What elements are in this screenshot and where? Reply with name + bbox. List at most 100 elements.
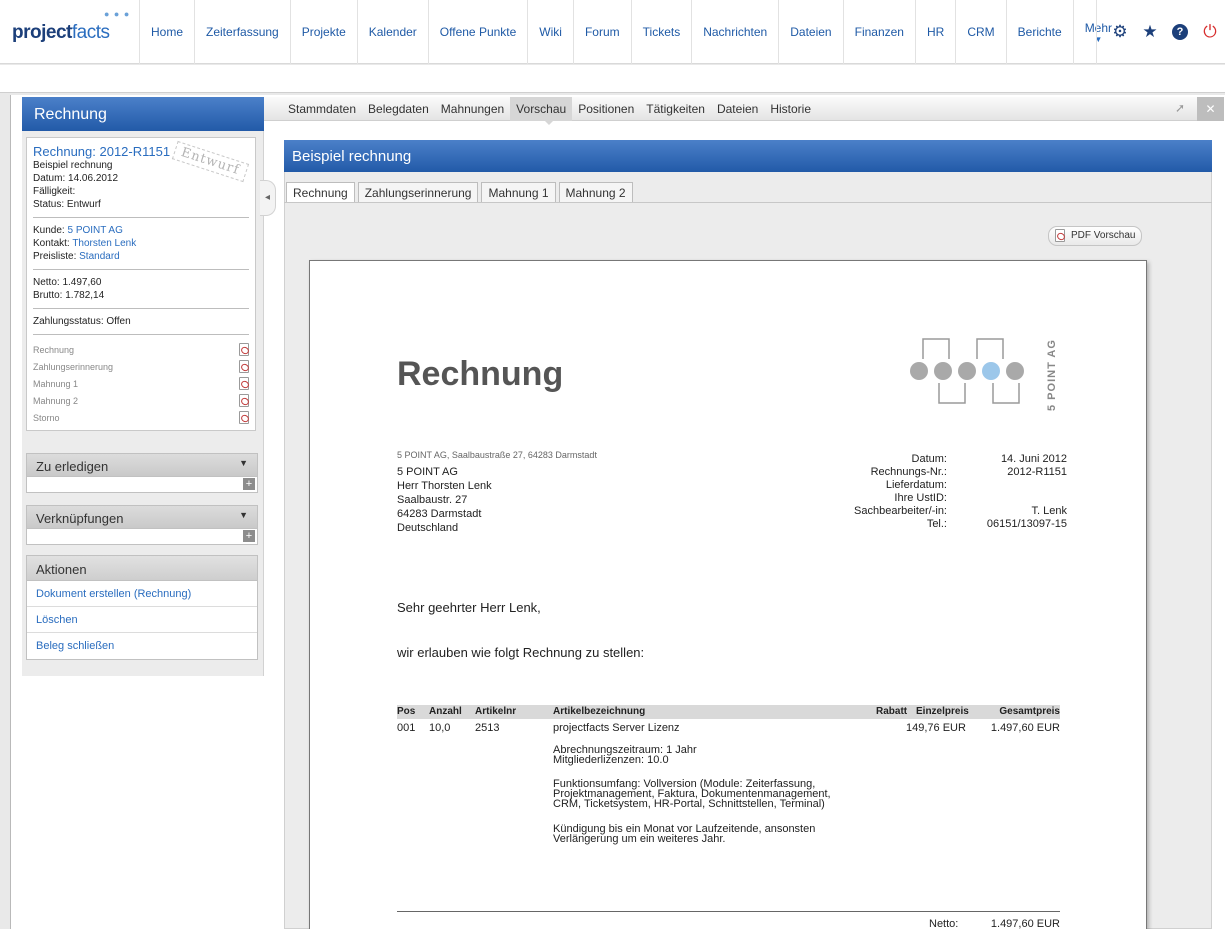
meta-row: Tel.: 06151/13097-15 [926, 518, 1067, 530]
greeting: Sehr geehrter Herr Lenk, [397, 600, 541, 615]
divider [33, 269, 249, 270]
nav-offene-punkte[interactable]: Offene Punkte [427, 0, 528, 64]
nav-wiki[interactable]: Wiki [527, 0, 573, 64]
nav-crm[interactable]: CRM [955, 0, 1005, 64]
tab-belegdaten[interactable]: Belegdaten [362, 97, 435, 121]
pdf-icon[interactable] [239, 343, 249, 356]
pdf-icon[interactable] [239, 360, 249, 373]
document-date: Datum: 14.06.2012 [33, 173, 119, 184]
subtab-mahnung-2[interactable]: Mahnung 2 [558, 182, 633, 202]
divider [33, 334, 249, 335]
zu-erledigen-row: + [26, 477, 258, 493]
collapse-sidebar-icon[interactable]: ◂ [260, 180, 276, 216]
close-icon[interactable]: ✕ [1197, 97, 1224, 121]
divider [397, 911, 1060, 912]
item-description: Kündigung bis ein Monat vor Laufzeitende… [553, 823, 816, 845]
meta-row: Lieferdatum: [885, 479, 947, 491]
recipient-line: Saalbaustr. 27 [397, 494, 468, 506]
tab-mahnungen[interactable]: Mahnungen [435, 97, 510, 121]
zu-erledigen-header[interactable]: Zu erledigen ▼ [26, 453, 258, 477]
invoice-preview-sheet: Rechnung 5 POINT AG 5 POINT AG, Saalbaus… [309, 260, 1147, 929]
pdf-preview-button[interactable]: PDF Vorschau [1048, 226, 1143, 246]
doc-row-rechnung: Rechnung [33, 341, 249, 358]
nav-berichte[interactable]: Berichte [1005, 0, 1073, 64]
pin-icon[interactable]: ➚ [1171, 101, 1189, 117]
tab-dateien[interactable]: Dateien [711, 97, 764, 121]
netto-total: Netto: 1.497,60 EUR [929, 918, 1060, 929]
nav-tickets[interactable]: Tickets [630, 0, 692, 64]
pdf-icon [1055, 229, 1065, 242]
divider [284, 202, 1212, 203]
tab-stammdaten[interactable]: Stammdaten [282, 97, 362, 121]
subtab-rechnung[interactable]: Rechnung [286, 182, 355, 202]
nav-hr[interactable]: HR [914, 0, 955, 64]
subtab-mahnung-1[interactable]: Mahnung 1 [481, 182, 556, 202]
add-icon[interactable]: + [243, 530, 255, 542]
module-tabs: Stammdaten Belegdaten Mahnungen Vorschau… [264, 96, 1224, 121]
doc-row-storno: Storno [33, 409, 249, 426]
doc-row-mahnung-1: Mahnung 1 [33, 375, 249, 392]
tab-positionen[interactable]: Positionen [572, 97, 640, 121]
pricelist-link[interactable]: Standard [79, 251, 120, 262]
meta-row: Datum: 14. Juni 2012 [911, 453, 1067, 465]
document-subtabs: Rechnung Zahlungserinnerung Mahnung 1 Ma… [286, 182, 636, 202]
help-icon[interactable]: ? [1165, 17, 1195, 47]
dropdown-arrow-icon[interactable]: ▼ [239, 510, 248, 520]
contact-link[interactable]: Thorsten Lenk [72, 238, 136, 249]
tab-vorschau[interactable]: Vorschau [510, 96, 573, 121]
customer-line: Kunde: 5 POINT AG [33, 225, 123, 236]
star-icon[interactable]: ★ [1135, 17, 1165, 47]
toolbar-strip [0, 65, 1225, 93]
verknuepfungen-label: Verknüpfungen [36, 511, 124, 526]
pdf-icon[interactable] [239, 411, 249, 424]
preview-title: Beispiel rechnung [284, 140, 1212, 172]
action-delete[interactable]: Löschen [27, 607, 257, 633]
nav-kalender[interactable]: Kalender [356, 0, 428, 64]
action-close-document[interactable]: Beleg schließen [27, 633, 257, 659]
power-icon[interactable]: ⏻ [1195, 17, 1225, 47]
nav-home[interactable]: Home [139, 0, 194, 64]
pdf-icon[interactable] [239, 394, 249, 407]
action-create-document[interactable]: Dokument erstellen (Rechnung) [27, 581, 257, 607]
meta-row: Rechnungs-Nr.: 2012-R1151 [870, 466, 1067, 478]
logo-dots-icon: ● ● ● [104, 9, 131, 19]
nav-nachrichten[interactable]: Nachrichten [691, 0, 778, 64]
document-due-date: Fälligkeit: [33, 186, 76, 197]
gear-icon[interactable]: ⚙ [1105, 17, 1135, 47]
nav-icon-group: ⚙ ★ ? ⏻ [1096, 0, 1225, 64]
pdf-icon[interactable] [239, 377, 249, 390]
verknuepfungen-header[interactable]: Verknüpfungen ▼ [26, 505, 258, 529]
actions-title: Aktionen [27, 556, 257, 581]
nav-projekte[interactable]: Projekte [289, 0, 357, 64]
meta-row: Ihre UstID: [894, 492, 947, 504]
payment-status: Zahlungsstatus: Offen [33, 316, 131, 327]
brutto-value: Brutto: 1.782,14 [33, 290, 105, 301]
tab-taetigkeiten[interactable]: Tätigkeiten [640, 97, 711, 121]
contact-line: Kontakt: Thorsten Lenk [33, 238, 137, 249]
add-icon[interactable]: + [243, 478, 255, 490]
nav-dateien[interactable]: Dateien [778, 0, 842, 64]
pdf-preview-label: PDF Vorschau [1071, 230, 1136, 241]
dropdown-arrow-icon[interactable]: ▼ [239, 458, 248, 468]
document-status: Status: Entwurf [33, 199, 101, 210]
company-logo: 5 POINT AG [910, 338, 1058, 411]
item-description: Abrechnungszeitraum: 1 Jahr Mitgliederli… [553, 744, 697, 766]
recipient-line: 64283 Darmstadt [397, 508, 482, 520]
invoice-meta: Datum: 14. Juni 2012 Rechnungs-Nr.: 2012-R… [788, 453, 1088, 531]
nav-finanzen[interactable]: Finanzen [842, 0, 915, 64]
nav-zeiterfassung[interactable]: Zeiterfassung [194, 0, 290, 64]
tab-historie[interactable]: Historie [764, 97, 817, 121]
divider [33, 217, 249, 218]
company-logo-text: 5 POINT AG [1046, 339, 1058, 411]
module-title: Rechnung [22, 97, 264, 131]
recipient-line: 5 POINT AG [397, 466, 458, 478]
actions-panel: Aktionen Dokument erstellen (Rechnung) L… [26, 555, 258, 660]
customer-link[interactable]: 5 POINT AG [67, 225, 122, 236]
subtab-zahlungserinnerung[interactable]: Zahlungserinnerung [357, 182, 479, 202]
recipient-address: 5 POINT AG Herr Thorsten Lenk Saalbaustr… [397, 465, 492, 535]
pricelist-line: Preisliste: Standard [33, 251, 120, 262]
projectfacts-logo[interactable]: projectfacts [12, 22, 110, 44]
nav-forum[interactable]: Forum [572, 0, 631, 64]
recipient-line: Deutschland [397, 522, 459, 534]
netto-value: Netto: 1.497,60 [33, 277, 102, 288]
